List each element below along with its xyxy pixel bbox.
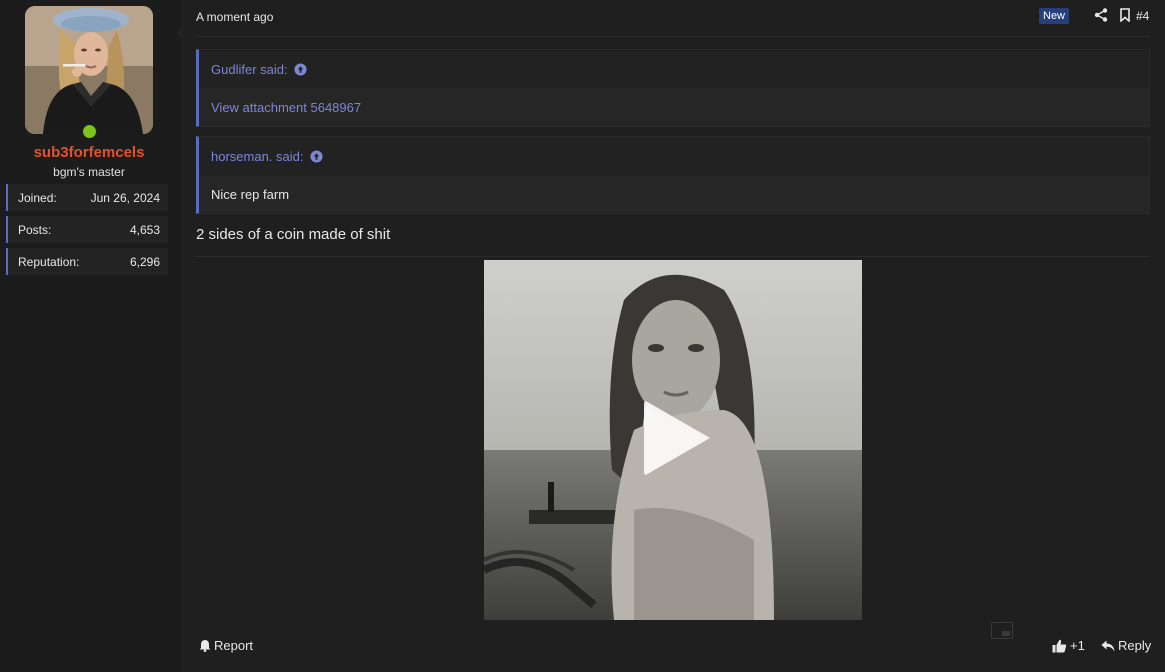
user-title: bgm's master — [53, 165, 125, 179]
online-status-icon — [81, 123, 98, 140]
quote-body: Nice rep farm — [199, 175, 1149, 213]
divider — [196, 256, 1150, 257]
quote-author-label[interactable]: horseman. said: — [211, 149, 304, 164]
report-button[interactable]: Report — [199, 638, 253, 653]
stat-label: Reputation: — [18, 254, 80, 269]
reply-icon — [1101, 640, 1115, 651]
post-timestamp[interactable]: A moment ago — [196, 10, 273, 24]
quote-block: Gudlifer said: View attachment 5648967 — [196, 49, 1150, 127]
attachment-link[interactable]: View attachment 5648967 — [211, 100, 361, 115]
like-button[interactable]: +1 — [1052, 638, 1085, 653]
post-body-text: 2 sides of a coin made of shit — [196, 226, 391, 243]
post-main: A moment ago New #4 Gudlifer said: View … — [183, 0, 1165, 672]
quote-block: horseman. said: Nice rep farm — [196, 136, 1150, 214]
post-number[interactable]: #4 — [1136, 9, 1149, 23]
quote-author-label[interactable]: Gudlifer said: — [211, 62, 288, 77]
user-sidebar: sub3forfemcels bgm's master Joined: Jun … — [0, 0, 183, 672]
user-avatar[interactable] — [25, 6, 153, 134]
picture-in-picture-icon[interactable] — [991, 622, 1013, 639]
new-badge: New — [1039, 8, 1070, 24]
stat-value: 6,296 — [129, 254, 160, 269]
quote-author[interactable]: horseman. said: — [199, 137, 1149, 175]
user-arrow-pointer — [176, 26, 183, 40]
thumbs-up-icon — [1052, 639, 1067, 652]
play-icon[interactable] — [644, 400, 710, 476]
stat-joined: Joined: Jun 26, 2024 — [6, 184, 168, 211]
stat-posts: Posts: 4,653 — [6, 216, 168, 243]
report-label: Report — [214, 638, 254, 653]
quote-text: Nice rep farm — [211, 186, 290, 202]
username[interactable]: sub3forfemcels — [0, 144, 178, 161]
like-count: +1 — [1070, 638, 1085, 653]
stat-label: Posts: — [18, 222, 52, 237]
stat-value: Jun 26, 2024 — [90, 190, 160, 205]
stat-label: Joined: — [18, 190, 57, 205]
video-player[interactable] — [484, 260, 862, 620]
quote-author[interactable]: Gudlifer said: — [199, 50, 1149, 88]
reply-button[interactable]: Reply — [1101, 638, 1151, 653]
stat-reputation: Reputation: 6,296 — [6, 248, 168, 275]
arrow-up-circle-icon[interactable] — [294, 62, 307, 76]
quote-body: View attachment 5648967 — [199, 88, 1149, 126]
reply-label: Reply — [1118, 638, 1152, 653]
bell-icon — [199, 640, 211, 652]
share-icon[interactable] — [1094, 8, 1108, 22]
post-header: A moment ago New #4 — [196, 0, 1151, 37]
bookmark-icon[interactable] — [1118, 8, 1132, 22]
forum-post: sub3forfemcels bgm's master Joined: Jun … — [0, 0, 1165, 672]
avatar-image — [25, 6, 153, 134]
arrow-up-circle-icon[interactable] — [309, 149, 323, 163]
stat-value: 4,653 — [129, 222, 160, 237]
